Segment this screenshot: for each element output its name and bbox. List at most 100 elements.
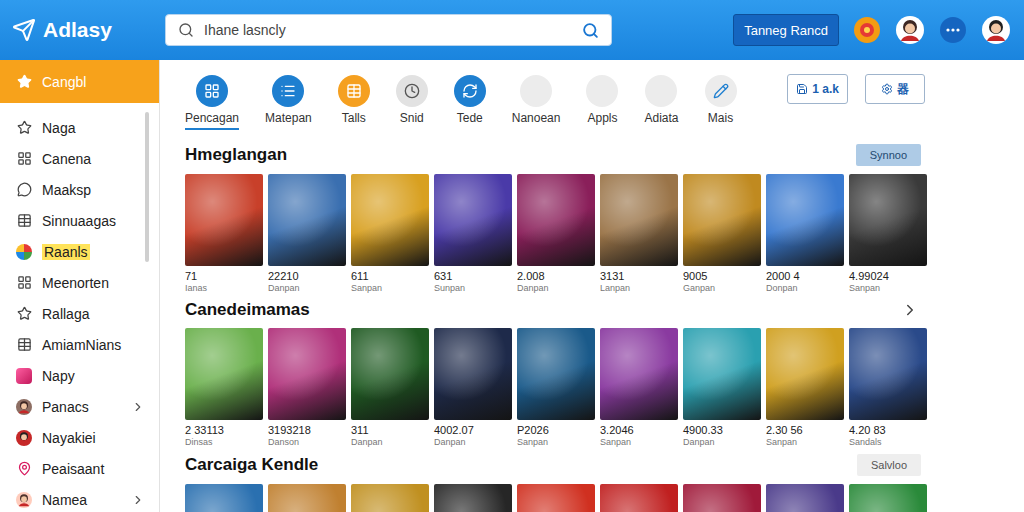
top-bar: Adlasy Tanneg Rancd <box>0 0 1024 60</box>
game-cover <box>600 174 678 266</box>
sidebar-item[interactable]: Meenorten <box>0 267 159 298</box>
game-count: 3131 <box>600 270 678 283</box>
game-cover <box>268 484 346 512</box>
category-circle <box>196 75 228 107</box>
sidebar-item[interactable]: Rallaga <box>0 298 159 329</box>
sidebar-item[interactable]: Naga <box>0 112 159 143</box>
game-card[interactable] <box>849 484 927 512</box>
view-button[interactable]: 1 a.k <box>787 74 848 104</box>
game-count: P2026 <box>517 424 595 437</box>
category-item[interactable]: Adiata <box>644 75 678 130</box>
game-card[interactable]: 2.30 56Sanpan <box>766 328 844 448</box>
table-icon <box>346 83 362 99</box>
sidebar-item[interactable]: Napy <box>0 360 159 391</box>
category-item[interactable]: Nanoean <box>512 75 561 130</box>
sidebar-item[interactable]: AmiamNians <box>0 329 159 360</box>
game-subtitle: Danpan <box>268 283 346 294</box>
category-item[interactable]: Snid <box>396 75 428 130</box>
game-count: 2000 4 <box>766 270 844 283</box>
category-item[interactable]: Pencagan <box>185 75 239 130</box>
category-circle <box>705 75 737 107</box>
game-card[interactable]: 71Ianas <box>185 174 263 294</box>
game-card[interactable]: 2 33113Dinsas <box>185 328 263 448</box>
game-section: HmeglanganSynnoo71Ianas22210Danpan611San… <box>185 144 925 294</box>
sidebar-item[interactable]: Canena <box>0 143 159 174</box>
logo[interactable]: Adlasy <box>12 18 165 42</box>
game-subtitle: Lanpan <box>600 283 678 294</box>
game-card[interactable]: 22210Danpan <box>268 174 346 294</box>
search-submit-icon[interactable] <box>582 22 599 39</box>
chevron-right-icon[interactable] <box>901 301 919 319</box>
grid-icon <box>204 83 220 99</box>
game-card[interactable]: 611Sanpan <box>351 174 429 294</box>
avatar-icon[interactable] <box>896 16 924 44</box>
category-item[interactable]: Mais <box>705 75 737 130</box>
game-cover <box>849 484 927 512</box>
category-item[interactable]: Tede <box>454 75 486 130</box>
game-card[interactable] <box>434 484 512 512</box>
star-icon <box>17 120 32 135</box>
section-button[interactable]: Synnoo <box>856 144 921 166</box>
search-input[interactable] <box>202 21 574 39</box>
sidebar-item[interactable]: Panacs <box>0 391 159 422</box>
category-item[interactable]: Talls <box>338 75 370 130</box>
sidebar: Cangbl NagaCanena Maaksp SinnuaagasRaanlsMe… <box>0 60 160 512</box>
game-card[interactable]: 2000 4Donpan <box>766 174 844 294</box>
game-card[interactable]: 3131Lanpan <box>600 174 678 294</box>
sidebar-item[interactable]: Namea <box>0 484 159 512</box>
notification-icon[interactable] <box>853 16 881 44</box>
game-subtitle: Danpan <box>683 437 761 448</box>
game-card[interactable] <box>351 484 429 512</box>
category-item[interactable]: Matepan <box>265 75 312 130</box>
pencil-icon <box>713 83 729 99</box>
card-row <box>185 484 925 512</box>
scrollbar-thumb[interactable] <box>145 112 149 262</box>
chevron-right-icon[interactable] <box>131 400 145 414</box>
search-icon <box>178 22 194 38</box>
sidebar-item-icon-box <box>16 120 32 136</box>
sidebar-item[interactable]: Sinnuaagas <box>0 205 159 236</box>
game-card[interactable]: 4.99024Sanpan <box>849 174 927 294</box>
game-card[interactable] <box>600 484 678 512</box>
game-card[interactable]: P2026Sanpan <box>517 328 595 448</box>
game-card[interactable]: 9005Ganpan <box>683 174 761 294</box>
sidebar-item-label: Rallaga <box>42 306 145 322</box>
game-card[interactable]: 4.20 83Sandals <box>849 328 927 448</box>
game-card[interactable] <box>683 484 761 512</box>
sidebar-item[interactable]: Peaisaant <box>0 453 159 484</box>
sidebar-item[interactable]: Raanls <box>0 236 159 267</box>
game-card[interactable] <box>517 484 595 512</box>
color-wheel-icon <box>16 244 32 260</box>
game-card[interactable]: 631Sunpan <box>434 174 512 294</box>
game-subtitle: Danpan <box>517 283 595 294</box>
chevron-right-icon[interactable] <box>131 493 145 507</box>
game-card[interactable]: 3193218Danson <box>268 328 346 448</box>
game-card[interactable] <box>766 484 844 512</box>
action-button[interactable]: Tanneg Rancd <box>733 14 839 46</box>
category-label: Tede <box>457 111 483 130</box>
view-button[interactable]: 器 <box>865 74 925 104</box>
game-cover <box>268 174 346 266</box>
avatar-icon[interactable] <box>16 492 32 508</box>
game-card[interactable]: 311Danpan <box>351 328 429 448</box>
avatar-icon[interactable] <box>982 16 1010 44</box>
game-card[interactable] <box>268 484 346 512</box>
game-cover <box>185 484 263 512</box>
game-card[interactable]: 2.008Danpan <box>517 174 595 294</box>
avatar-icon[interactable] <box>16 430 32 446</box>
sidebar-item[interactable]: Maaksp <box>0 174 159 205</box>
more-icon[interactable] <box>939 16 967 44</box>
avatar-icon[interactable] <box>16 399 32 415</box>
game-card[interactable]: 4900.33Danpan <box>683 328 761 448</box>
sidebar-item-label: Maaksp <box>42 182 145 198</box>
game-count: 3.2046 <box>600 424 678 437</box>
game-subtitle: Dinsas <box>185 437 263 448</box>
category-item[interactable]: Appls <box>586 75 618 130</box>
sidebar-item[interactable]: Cangbl <box>0 60 159 103</box>
game-card[interactable] <box>185 484 263 512</box>
game-card[interactable]: 3.2046Sanpan <box>600 328 678 448</box>
section-button[interactable]: Salvloo <box>857 454 921 476</box>
sidebar-item-icon-box <box>16 151 32 167</box>
sidebar-item[interactable]: Nayakiei <box>0 422 159 453</box>
game-card[interactable]: 4002.07Danpan <box>434 328 512 448</box>
